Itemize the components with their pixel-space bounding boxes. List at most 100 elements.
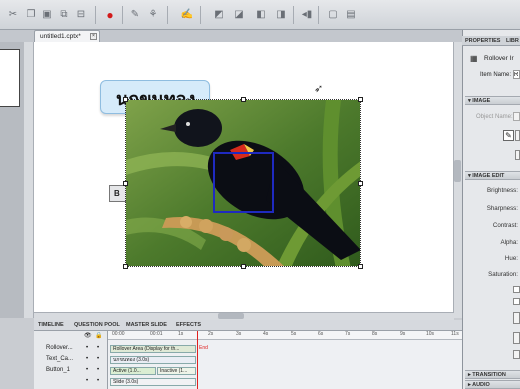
paste-icon[interactable]: ▣ [40,8,54,22]
item-name-label: Item Name: [480,72,512,78]
lock-dot[interactable]: • [97,367,99,373]
animation-icon[interactable]: ⚘ [146,8,160,22]
lock-dot[interactable]: • [97,378,99,384]
tab-master-slide[interactable]: MASTER SLIDE [126,322,167,328]
layer-name[interactable]: Rollover... [46,345,73,351]
visibility-dot[interactable]: • [86,345,88,351]
resize-handle[interactable] [358,181,363,186]
section-transition-label: TRANSITION [472,372,506,378]
timeline-tick: 1s [178,331,184,337]
layer-name[interactable]: Text_Ca... [46,356,73,362]
visibility-dot[interactable]: • [86,356,88,362]
section-image-label: IMAGE [472,98,491,104]
resize-handle[interactable] [358,97,363,102]
section-transition[interactable]: ▸ TRANSITION [465,370,520,379]
contrast-label: Contrast: [492,222,518,229]
section-audio-label: AUDIO [472,382,490,388]
rollover-icon[interactable]: ◩ [212,8,226,22]
rollover-image-icon: ▦ [470,54,478,63]
document-tab-label: untitled1.cptx* [40,33,81,40]
tab-question-pool[interactable]: QUESTION POOL [74,322,120,328]
timeline-tick: 00:00 [112,331,125,337]
sharpness-label: Sharpness: [486,205,518,212]
saturation-label: Saturation: [488,271,518,278]
section-image[interactable]: ▾ IMAGE [465,96,520,105]
layer-name[interactable]: Button_1 [46,367,70,373]
tab-properties[interactable]: PROPERTIES [465,38,500,44]
scissors-icon[interactable]: ✂ [6,8,20,22]
rotate-button[interactable] [513,332,520,344]
timeline-bar-button-active[interactable]: Active (1.0... [110,367,156,375]
section-image-edit[interactable]: ▾ IMAGE EDIT [465,171,520,180]
timeline-tick: 6s [318,331,324,337]
timeline-bar-button-inactive[interactable]: Inactive (1... [157,367,196,375]
eye-icon[interactable]: 👁 [84,332,92,339]
crop-button[interactable] [513,350,520,359]
delete-icon[interactable]: ⊟ [74,8,88,22]
option-checkbox[interactable] [513,298,520,305]
rollover-area[interactable] [213,152,274,213]
option-checkbox[interactable] [513,286,520,293]
duplicate-icon[interactable]: ⧉ [57,8,71,22]
lock-dot[interactable]: • [97,345,99,351]
timeline-tick: 4s [263,331,269,337]
resize-handle[interactable] [123,264,128,269]
properties-title: Rollover Ir [484,55,514,62]
timeline-bar-rollover[interactable]: Rollover Area (Display for th... [110,345,196,353]
timeline-tick: 11s [451,331,459,337]
copy-icon[interactable]: ❐ [24,8,38,22]
edit-image-icon[interactable]: ✎ [503,130,514,141]
resize-handle[interactable] [241,264,246,269]
timeline-bar-caption[interactable]: นกขนทอง (3.0s) [110,356,196,364]
vertical-ruler [24,42,34,318]
tab-timeline[interactable]: TIMELINE [38,322,64,328]
toolbar-separator [95,6,96,24]
filmstrip-slide-thumbnail[interactable] [0,49,20,107]
section-audio[interactable]: ▸ AUDIO [465,380,520,389]
highlight-icon[interactable]: ◪ [232,8,246,22]
resize-handle[interactable] [358,264,363,269]
document-tab[interactable]: untitled1.cptx* × [34,30,100,42]
insert-slide-icon[interactable]: ✎ [128,8,142,22]
timeline-tick: 3s [236,331,242,337]
timeline-playhead[interactable] [197,331,198,389]
audio-icon[interactable]: ◂▮ [300,8,314,22]
image-option-button[interactable] [515,150,520,160]
visibility-dot[interactable]: • [86,378,88,384]
close-icon[interactable]: × [90,33,97,40]
image-option-button[interactable] [515,130,520,141]
lock-icon[interactable]: 🔒 [95,332,102,339]
record-icon[interactable]: ● [103,8,117,22]
vertical-scrollbar-thumb[interactable] [454,160,461,182]
resize-handle[interactable] [241,97,246,102]
timeline-tick: 7s [345,331,351,337]
timeline-bar-slide[interactable]: Slide (3.0s) [110,378,196,386]
object-name-label: Object Name: [476,114,513,120]
toolbar-separator [167,6,168,24]
tab-effects[interactable]: EFFECTS [176,322,201,328]
object-name-field[interactable] [513,112,520,121]
click-box-icon[interactable]: ◧ [254,8,268,22]
text-caption-icon[interactable]: ✍ [180,8,194,22]
toolbar-separator [122,6,123,24]
lock-dot[interactable]: • [97,356,99,362]
image-icon[interactable]: ▤ [344,8,358,22]
tab-library[interactable]: LIBR [506,38,519,44]
resize-handle[interactable] [123,181,128,186]
alpha-label: Alpha: [500,239,518,246]
horizontal-scrollbar-thumb[interactable] [218,313,244,319]
mouse-cursor-icon: ➶ [314,83,324,95]
toolbar-separator [200,6,201,24]
timeline-tick: 00:01 [150,331,163,337]
flip-button[interactable] [513,312,520,324]
visibility-dot[interactable]: • [86,367,88,373]
item-name-field[interactable] [513,70,520,79]
hue-label: Hue: [504,255,518,262]
timeline-tick: 8s [372,331,378,337]
end-marker: End [199,345,208,351]
horizontal-scrollbar[interactable] [34,312,454,320]
toolbar-separator [293,6,294,24]
resize-handle[interactable] [123,97,128,102]
button-icon[interactable]: ◨ [274,8,288,22]
zoom-icon[interactable]: ▢ [326,8,340,22]
